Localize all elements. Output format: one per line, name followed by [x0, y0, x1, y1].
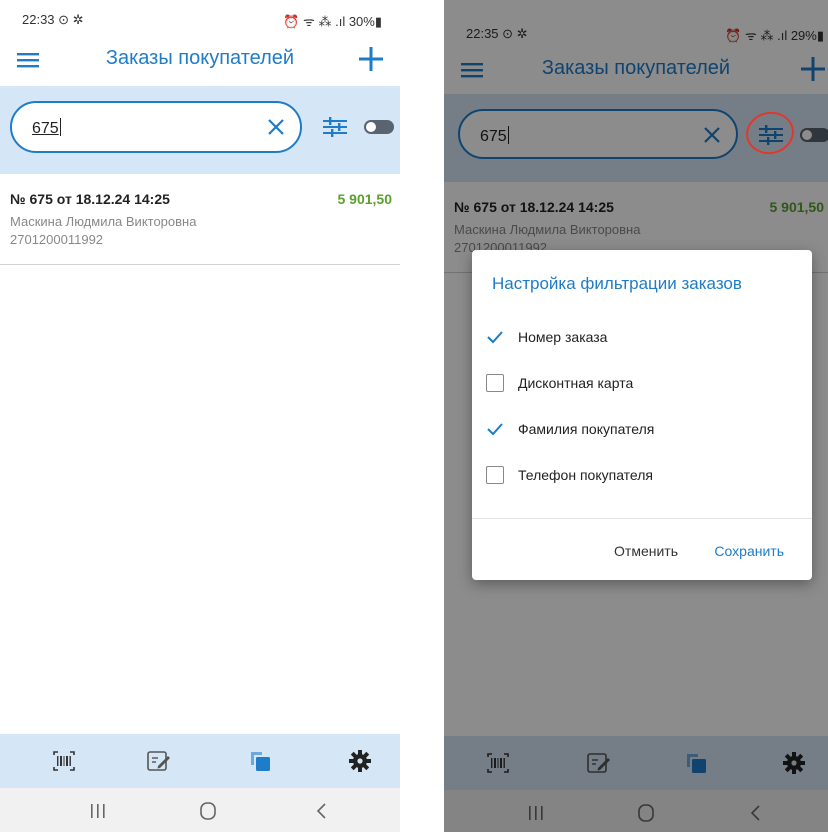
- clear-icon[interactable]: [266, 117, 286, 137]
- option-label: Фамилия покупателя: [518, 421, 655, 437]
- option-label: Дисконтная карта: [518, 375, 634, 391]
- status-time: 22:33 ⊙ ✲: [22, 12, 84, 27]
- check-icon[interactable]: [486, 328, 504, 346]
- option-customer-phone[interactable]: Телефон покупателя: [486, 462, 796, 490]
- system-navigation: [0, 788, 400, 832]
- phone-screen-right: 22:35 ⊙ ✲ ⏰ ᯤ ⁂ .ıl 29%▮ Заказы покупате…: [444, 0, 828, 832]
- barcode-scan-icon[interactable]: [50, 747, 78, 775]
- order-card: 2701200011992: [10, 232, 104, 247]
- checkbox-unchecked[interactable]: [486, 466, 504, 484]
- option-label: Номер заказа: [518, 329, 608, 345]
- filter-settings-icon[interactable]: [320, 112, 350, 142]
- search-band: 675: [0, 86, 400, 174]
- copy-icon[interactable]: [246, 747, 274, 775]
- back-icon[interactable]: [310, 800, 334, 822]
- save-button[interactable]: Сохранить: [714, 543, 784, 559]
- bottom-navigation: [0, 734, 400, 788]
- dialog-divider: [472, 518, 812, 519]
- order-number: № 675 от 18.12.24 14:25: [10, 191, 170, 207]
- gear-icon[interactable]: [346, 747, 374, 775]
- home-icon[interactable]: [196, 800, 220, 822]
- phone-screen-left: 22:33 ⊙ ✲ ⏰ ᯤ ⁂ .ıl 30%▮ Заказы покупате…: [0, 0, 400, 832]
- check-icon[interactable]: [486, 420, 504, 438]
- search-value: 675: [32, 118, 61, 137]
- checkbox-unchecked[interactable]: [486, 374, 504, 392]
- toggle-switch[interactable]: [364, 120, 394, 134]
- option-label: Телефон покупателя: [518, 467, 654, 483]
- app-bar: Заказы покупателей: [0, 34, 400, 86]
- filter-settings-dialog: Настройка фильтрации заказов Номер заказ…: [472, 250, 812, 580]
- option-discount-card[interactable]: Дисконтная карта: [486, 370, 796, 398]
- option-customer-surname[interactable]: Фамилия покупателя: [486, 416, 796, 444]
- order-customer: Маскина Людмила Викторовна: [10, 214, 197, 229]
- edit-note-icon[interactable]: [144, 747, 172, 775]
- page-title: Заказы покупателей: [105, 47, 295, 69]
- dialog-title: Настройка фильтрации заказов: [492, 274, 742, 293]
- recent-apps-icon[interactable]: [86, 800, 110, 822]
- order-list-item[interactable]: № 675 от 18.12.24 14:25 5 901,50 Маскина…: [0, 174, 400, 265]
- status-indicators: ⏰ ᯤ ⁂ .ıl 30%▮: [283, 14, 382, 29]
- order-sum: 5 901,50: [337, 191, 393, 207]
- cancel-button[interactable]: Отменить: [614, 543, 678, 559]
- status-bar: 22:33 ⊙ ✲ ⏰ ᯤ ⁂ .ıl 30%▮: [0, 0, 400, 34]
- search-input[interactable]: 675: [10, 101, 302, 153]
- option-order-number[interactable]: Номер заказа: [486, 324, 796, 352]
- plus-icon[interactable]: [356, 44, 386, 74]
